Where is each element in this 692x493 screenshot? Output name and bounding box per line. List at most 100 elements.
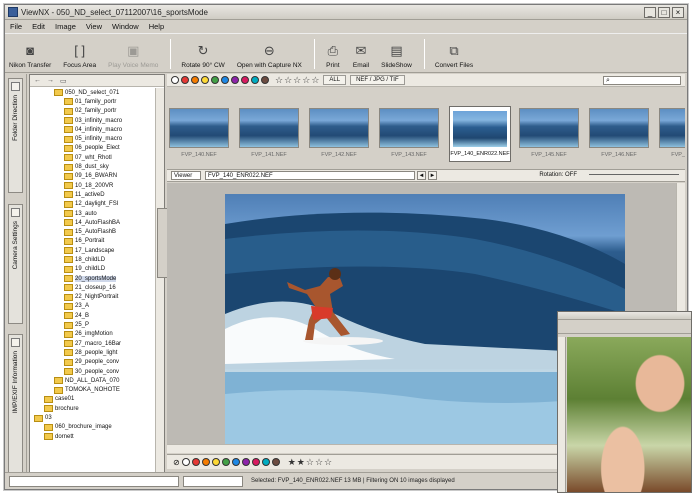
- tab-camera-settings[interactable]: Camera Settings: [8, 204, 23, 324]
- tree-item[interactable]: 18_childLD: [30, 255, 154, 264]
- tree-item[interactable]: 17_Landscape: [30, 246, 154, 255]
- play-voice-memo-button[interactable]: ▣ Play Voice Memo: [108, 43, 158, 69]
- tree-item[interactable]: brochure: [30, 404, 154, 413]
- open-capture-nx-button[interactable]: ⊖ Open with Capture NX: [237, 43, 302, 69]
- folder-up-icon[interactable]: ▭: [60, 77, 67, 85]
- thumbnail[interactable]: [239, 108, 299, 148]
- tree-item[interactable]: 06_people_Elect: [30, 144, 154, 153]
- thumbnail[interactable]: [589, 108, 649, 148]
- rating-label-dot[interactable]: [261, 458, 270, 466]
- tree-item[interactable]: 19_childLD: [30, 265, 154, 274]
- menu-file[interactable]: File: [10, 22, 22, 31]
- thumbnail[interactable]: [309, 108, 369, 148]
- tree-item[interactable]: 21_closeup_16: [30, 283, 154, 292]
- menu-window[interactable]: Window: [112, 22, 139, 31]
- menu-view[interactable]: View: [86, 22, 102, 31]
- filter-star-icon[interactable]: ☆: [284, 76, 292, 85]
- tree-item[interactable]: 28_people_light: [30, 348, 154, 357]
- tree-item[interactable]: 05_infinity_macro: [30, 134, 154, 143]
- maximize-button[interactable]: □: [658, 7, 670, 18]
- tree-item[interactable]: 060_brochure_image: [30, 423, 154, 432]
- filter-star-icon[interactable]: ☆: [311, 76, 319, 85]
- tree-item[interactable]: 25_P: [30, 320, 154, 329]
- tree-item[interactable]: 050_ND_select_071: [30, 88, 154, 97]
- tree-item[interactable]: 15_AutoFlashB: [30, 227, 154, 236]
- thumbnail[interactable]: [519, 108, 579, 148]
- menu-help[interactable]: Help: [149, 22, 164, 31]
- viewer-mode-select[interactable]: Viewer: [171, 171, 201, 180]
- rating-star-icon[interactable]: ☆: [315, 458, 323, 467]
- filter-label-dot[interactable]: [241, 76, 249, 84]
- tab-folder-direction[interactable]: Folder Direction: [8, 78, 23, 193]
- rating-label-dot[interactable]: [211, 458, 220, 466]
- tree-item[interactable]: 26_imgMotion: [30, 330, 154, 339]
- tree-item[interactable]: 02_family_portr: [30, 107, 154, 116]
- rotate-button[interactable]: ↻ Rotate 90° CW: [181, 43, 224, 69]
- focus-area-button[interactable]: [ ] Focus Area: [63, 43, 96, 69]
- rating-label-dot[interactable]: [241, 458, 250, 466]
- tree-item[interactable]: 11_activeD: [30, 190, 154, 199]
- rating-label-dot[interactable]: [251, 458, 260, 466]
- tab-exif-information[interactable]: IMP/EXIF Information: [8, 334, 23, 474]
- filter-label-dot[interactable]: [231, 76, 239, 84]
- thumbnail[interactable]: [169, 108, 229, 148]
- tree-item[interactable]: 03_infinity_macro: [30, 116, 154, 125]
- close-button[interactable]: ×: [672, 7, 684, 18]
- back-icon[interactable]: ←: [34, 77, 41, 84]
- rating-label-dot[interactable]: [221, 458, 230, 466]
- rating-label-dot[interactable]: [231, 458, 240, 466]
- filter-label-dot[interactable]: [251, 76, 259, 84]
- slideshow-button[interactable]: ▤ SlideShow: [381, 43, 412, 69]
- filter-tab-nef-jpg-tif[interactable]: NEF / JPG / TIF: [350, 75, 405, 85]
- tree-item[interactable]: 23_A: [30, 302, 154, 311]
- thumbnail[interactable]: [379, 108, 439, 148]
- thumbnail[interactable]: [659, 108, 685, 148]
- tree-item[interactable]: 10_18_200VR: [30, 181, 154, 190]
- search-input[interactable]: ⌕: [603, 76, 681, 85]
- filter-star-icon[interactable]: ☆: [275, 76, 283, 85]
- tree-item[interactable]: 03: [30, 413, 154, 422]
- filter-label-dot[interactable]: [191, 76, 199, 84]
- filter-label-dot[interactable]: [201, 76, 209, 84]
- filter-label-dot[interactable]: [221, 76, 229, 84]
- tree-item[interactable]: 13_auto: [30, 209, 154, 218]
- filter-star-icon[interactable]: ☆: [302, 76, 310, 85]
- rating-label-dot[interactable]: [201, 458, 210, 466]
- next-image-button[interactable]: ►: [428, 171, 437, 180]
- tree-item[interactable]: 08_dust_sky: [30, 162, 154, 171]
- tree-item[interactable]: ND_ALL_DATA_070: [30, 376, 154, 385]
- print-button[interactable]: ⎙ Print: [325, 43, 341, 69]
- filter-label-dot[interactable]: [171, 76, 179, 84]
- tree-item[interactable]: 22_NightPortrait: [30, 293, 154, 302]
- menu-edit[interactable]: Edit: [32, 22, 45, 31]
- tree-item[interactable]: 09_16_BWARN: [30, 172, 154, 181]
- tree-item[interactable]: 01_family_portr: [30, 97, 154, 106]
- tree-item[interactable]: 14_AutoFlashBA: [30, 218, 154, 227]
- zoom-slider[interactable]: [589, 174, 679, 178]
- tree-item[interactable]: 27_macro_16Bar: [30, 339, 154, 348]
- rating-label-dot[interactable]: [181, 458, 190, 466]
- email-button[interactable]: ✉ Email: [353, 43, 369, 69]
- tree-item[interactable]: dornett: [30, 432, 154, 441]
- nikon-transfer-button[interactable]: ◙ Nikon Transfer: [9, 43, 51, 69]
- previous-image-button[interactable]: ◄: [417, 171, 426, 180]
- minimize-button[interactable]: _: [644, 7, 656, 18]
- filter-star-icon[interactable]: ☆: [293, 76, 301, 85]
- folder-tree-scrollbar[interactable]: [155, 88, 217, 472]
- tree-item[interactable]: 16_Portrait: [30, 237, 154, 246]
- forward-icon[interactable]: →: [47, 77, 54, 84]
- filter-label-dot[interactable]: [181, 76, 189, 84]
- menu-image[interactable]: Image: [55, 22, 76, 31]
- label-icon[interactable]: ⊘: [173, 458, 180, 467]
- tree-item[interactable]: 24_B: [30, 311, 154, 320]
- filter-label-dot[interactable]: [211, 76, 219, 84]
- tree-item[interactable]: 12_daylight_FSI: [30, 200, 154, 209]
- tree-item[interactable]: 29_people_conv: [30, 358, 154, 367]
- rating-star-icon[interactable]: ★: [297, 458, 305, 467]
- tree-item[interactable]: case01: [30, 395, 154, 404]
- tree-item[interactable]: 07_wht_Rhotl: [30, 153, 154, 162]
- filter-label-dot[interactable]: [261, 76, 269, 84]
- rating-label-dot[interactable]: [191, 458, 200, 466]
- rating-star-icon[interactable]: ★: [288, 458, 296, 467]
- thumbnail[interactable]: FVP_140_ENR022.NEF: [449, 106, 511, 162]
